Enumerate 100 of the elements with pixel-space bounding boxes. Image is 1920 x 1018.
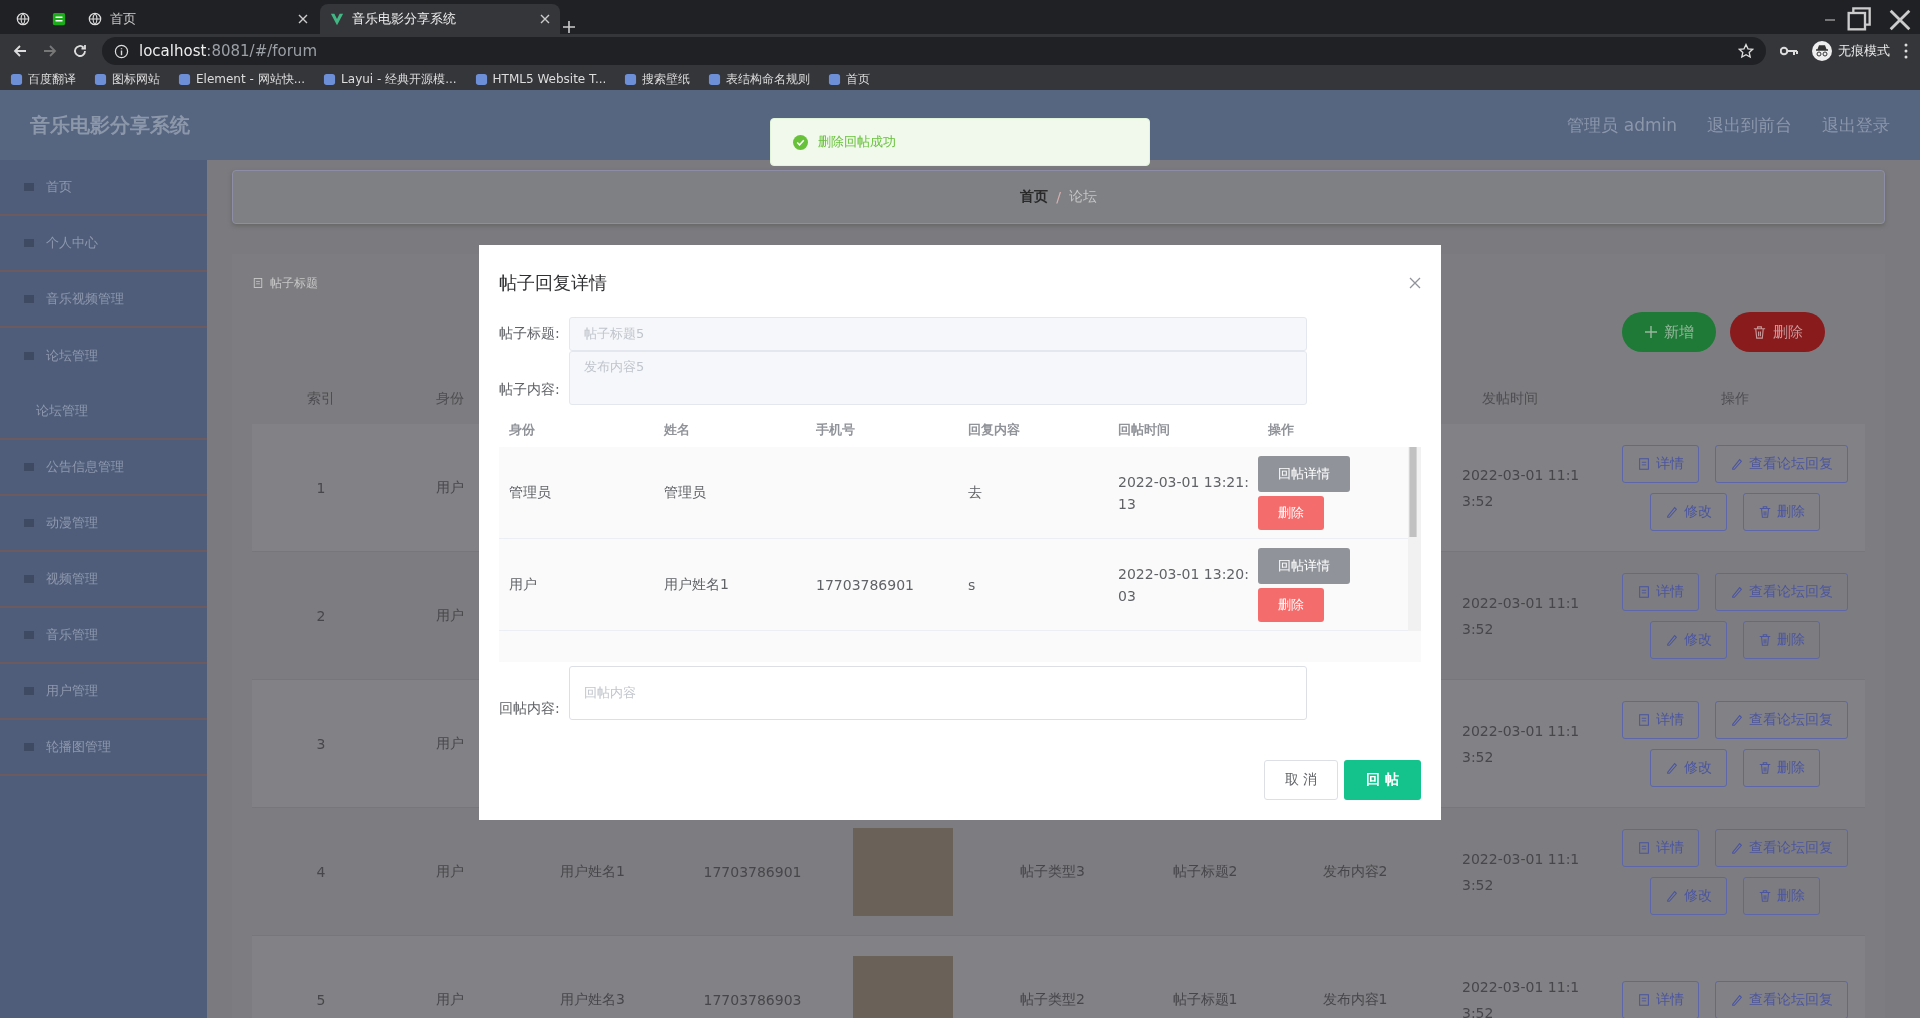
trash-icon [1758, 888, 1772, 903]
column-header: 操作 [1267, 421, 1295, 439]
trash-icon [1758, 504, 1772, 519]
menu-item-icon [22, 236, 36, 250]
table-cell-text: 2022-03-01 11:13:52 [1461, 721, 1581, 767]
add-button[interactable]: 新增 [1622, 312, 1716, 352]
table-cell: 管理员 [499, 447, 654, 539]
bookmark[interactable]: HTML5 Website T... [474, 72, 607, 86]
reply-detail-button[interactable]: 回帖详情 [1258, 547, 1350, 584]
table-cell-text: 5 [315, 991, 327, 1008]
bookmark[interactable]: 首页 [828, 70, 871, 88]
menu-item-icon [22, 628, 36, 642]
pen-icon [1665, 504, 1679, 519]
toast-message: 删除回帖成功 [818, 133, 896, 151]
back-icon[interactable] [12, 43, 28, 59]
column-header: 姓名 [663, 421, 691, 439]
table-cell-text: 3 [315, 735, 327, 752]
bookmark[interactable]: 搜索壁纸 [624, 70, 691, 88]
close-icon[interactable] [298, 14, 308, 24]
star-icon[interactable] [1738, 43, 1754, 59]
pen-icon [1730, 840, 1744, 855]
menu-item-icon [22, 292, 36, 306]
cancel-button[interactable]: 取 消 [1263, 760, 1339, 800]
bookmark[interactable]: Element - 网站快... [178, 70, 306, 88]
pen-icon [1665, 888, 1679, 903]
v-logo-icon [330, 12, 344, 26]
breadcrumb-item: 论坛 [1068, 188, 1097, 206]
bookmark-icon [828, 72, 842, 86]
bookmark-icon [474, 72, 488, 86]
menu-item-icon [22, 460, 36, 474]
document-icon [1637, 584, 1651, 599]
browser-tab[interactable]: 首页 [78, 4, 318, 34]
search-field[interactable]: 帖子标题 [252, 268, 472, 298]
plus-icon[interactable] [562, 20, 576, 34]
bookmark-icon [624, 72, 638, 86]
delete-button[interactable]: 删除 [1730, 312, 1825, 352]
bookmark-icon [10, 72, 23, 86]
table-cell: s [958, 539, 1108, 631]
breadcrumb-separator: / [1056, 189, 1061, 205]
bookmark[interactable]: 表结构命名规则 [708, 70, 811, 88]
pen-icon [1730, 456, 1744, 471]
field-label: 回帖内容: [499, 699, 561, 718]
column-header: 身份 [508, 421, 536, 439]
pen-icon [1665, 632, 1679, 647]
bookmark[interactable]: 百度翻译 [10, 70, 76, 88]
table-cell: 去 [958, 447, 1108, 539]
incognito-button[interactable]: 无痕模式 [1812, 41, 1890, 61]
table-cell-text: 17703786903 [702, 991, 803, 1008]
document-icon [1637, 712, 1651, 727]
close-icon[interactable] [540, 14, 550, 24]
menu-item-icon [22, 740, 36, 754]
scroll-thumb[interactable] [1408, 447, 1418, 537]
table-cell-text: 用户姓名3 [559, 990, 626, 1009]
bookmark[interactable]: Layui - 经典开源模... [323, 70, 457, 88]
document-icon [252, 277, 264, 289]
table-cell-text: 用户 [435, 990, 465, 1009]
trash-icon [1752, 324, 1767, 340]
bookmark-icon [178, 72, 191, 86]
browser-tab[interactable]: 音乐电影分享系统 [320, 4, 560, 34]
bookmark-icon [708, 72, 722, 86]
globe-icon [88, 12, 102, 26]
menu-item-icon [22, 349, 36, 363]
table-cell: 用户姓名1 [654, 539, 806, 631]
document-icon [1637, 456, 1651, 471]
table-cell: 17703786901 [806, 539, 958, 631]
delete-button[interactable]: 删除 [1258, 587, 1324, 622]
column-header: 回复内容 [967, 421, 1021, 439]
pen-icon [1665, 760, 1679, 775]
reload-icon[interactable] [72, 43, 88, 59]
table-cell-text: 1 [315, 479, 327, 496]
reply-detail-button[interactable]: 回帖详情 [1258, 455, 1350, 492]
key-icon[interactable] [1780, 45, 1798, 57]
info-icon [114, 43, 129, 59]
document-icon [1637, 840, 1651, 855]
sidebar-item[interactable]: 论坛管理 [0, 328, 207, 384]
table-cell-text: 帖子标题1 [1171, 990, 1239, 1009]
menu-icon[interactable] [1904, 43, 1908, 59]
column-header: 回帖时间 [1117, 421, 1171, 439]
globe-icon [16, 12, 30, 26]
table-cell-text: 用户 [435, 478, 465, 497]
menu-item-icon [22, 572, 36, 586]
plus-icon [1644, 325, 1658, 339]
table-cell: 管理员 [654, 447, 806, 539]
bookmark-icon [323, 72, 337, 86]
breadcrumb-item[interactable]: 首页 [1020, 188, 1049, 206]
delete-button[interactable]: 删除 [1258, 495, 1324, 530]
pen-icon [1730, 992, 1744, 1007]
trash-icon [1758, 760, 1772, 775]
scrollbar[interactable] [1408, 447, 1421, 631]
table-cell-text: 2022-03-01 11:13:52 [1461, 465, 1581, 511]
reply-button[interactable]: 回 帖 [1344, 760, 1421, 800]
address-bar[interactable]: localhost:8081/#/forum [102, 37, 1766, 65]
incognito-icon [1812, 41, 1832, 61]
table-cell-text: 2022-03-01 11:13:52 [1461, 977, 1581, 1018]
check-circle-icon [793, 134, 808, 150]
document-icon [1637, 992, 1651, 1007]
field-label: 帖子标题: [499, 324, 561, 343]
forward-icon[interactable] [42, 43, 58, 59]
bookmark[interactable]: 图标网站 [94, 70, 160, 88]
bookmark-icon [94, 72, 107, 86]
